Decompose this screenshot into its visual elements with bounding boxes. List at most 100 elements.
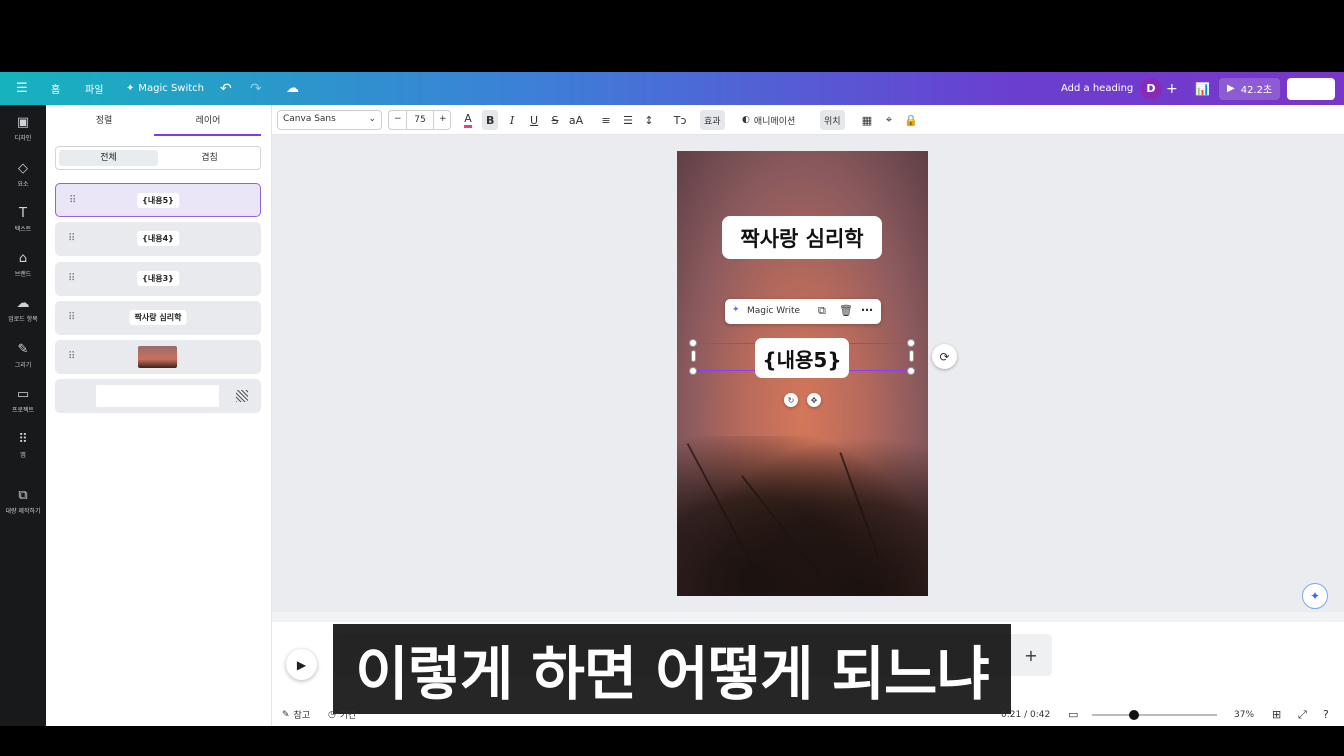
notes-button[interactable]: ✎ 참고 — [282, 703, 310, 726]
rail-item-projects[interactable]: ▭ 프로젝트 — [0, 387, 46, 427]
rail-item-uploads[interactable]: ☁ 업로드 항목 — [0, 296, 46, 336]
magic-write-button[interactable]: Magic Write — [747, 306, 800, 316]
add-collaborator-icon[interactable]: + — [1166, 72, 1178, 105]
layer-item[interactable]: ⠿ {내용4} — [55, 222, 261, 256]
zoom-level[interactable]: 37% — [1234, 703, 1254, 726]
rail-label: 프로젝트 — [11, 407, 35, 414]
undo-icon[interactable]: ↶ — [220, 72, 232, 105]
text-size-icon[interactable]: Tↄ — [672, 105, 688, 135]
magic-assistant-icon[interactable]: ✦ — [1302, 583, 1328, 609]
rail-item-text[interactable]: T 텍스트 — [0, 206, 46, 246]
position-button[interactable]: 위치 — [820, 110, 845, 130]
rail-item-apps[interactable]: ⠿ 앱 — [0, 432, 46, 472]
underline-button[interactable]: U — [527, 105, 541, 135]
bold-button[interactable]: B — [482, 110, 499, 130]
resize-handle[interactable] — [907, 367, 915, 375]
layer-label: 짝사랑 심리학 — [129, 310, 187, 325]
decrease-size-button[interactable]: − — [394, 114, 402, 124]
chevron-down-icon: ⌄ — [368, 114, 376, 124]
resize-handle[interactable] — [689, 367, 697, 375]
file-menu[interactable]: 파일 — [85, 72, 103, 105]
lock-icon[interactable]: 🔒 — [904, 105, 918, 135]
rail-label: 업로드 항목 — [8, 316, 38, 323]
increase-size-button[interactable]: + — [439, 114, 447, 124]
drag-handle-icon[interactable]: ⠿ — [68, 273, 75, 284]
add-page-button[interactable]: + — [1010, 634, 1052, 676]
drag-handle-icon[interactable]: ⠿ — [68, 233, 75, 244]
upload-icon: ⇪ — [1295, 83, 1304, 94]
redo-icon[interactable]: ↷ — [250, 72, 262, 105]
layer-item[interactable]: ⠿ {내용3} — [55, 262, 261, 296]
duration-button[interactable]: ◷ 기간 — [328, 703, 356, 726]
insights-icon[interactable]: 📊 — [1195, 72, 1210, 105]
page-view-icon[interactable]: ▭ — [1068, 703, 1078, 726]
delete-icon[interactable]: 🗑 — [839, 304, 853, 317]
fullscreen-icon[interactable]: ⤢ — [1298, 703, 1307, 726]
rail-item-elements[interactable]: ◇ 요소 — [0, 161, 46, 201]
drag-handle-icon[interactable]: ⠿ — [68, 351, 75, 362]
paint-format-icon[interactable]: ⌖ — [882, 105, 896, 135]
font-selector[interactable]: Canva Sans ⌄ — [277, 110, 382, 130]
help-icon[interactable]: ? — [1323, 703, 1329, 726]
layer-item[interactable]: ⠿ {내용5} — [55, 183, 261, 217]
strikethrough-button[interactable]: S — [548, 105, 562, 135]
resize-handle[interactable] — [689, 339, 697, 347]
align-center-icon[interactable]: ≡ — [599, 105, 613, 135]
rail-item-brand[interactable]: ⌂ 브랜드 — [0, 251, 46, 291]
home-button[interactable]: 홈 — [51, 72, 60, 105]
filter-overlap[interactable]: 겹침 — [160, 150, 259, 166]
rail-label: 요소 — [17, 181, 29, 188]
duplicate-icon[interactable]: ⧉ — [818, 304, 826, 318]
drag-handle-icon[interactable]: ⠿ — [68, 312, 75, 323]
present-button[interactable]: ▶ 42.2초 — [1219, 77, 1281, 100]
more-options-icon[interactable]: ⋯ — [861, 303, 873, 317]
font-size-input[interactable]: 75 — [406, 111, 434, 129]
resize-handle-side[interactable] — [909, 350, 914, 362]
rotate-icon[interactable]: ↻ — [784, 393, 798, 407]
magic-switch-button[interactable]: ✦ Magic Switch — [126, 72, 204, 105]
notes-label: 참고 — [293, 711, 311, 721]
play-wrap: ▶ 42.2초 — [1219, 72, 1281, 105]
regenerate-icon[interactable]: ⟳ — [932, 344, 957, 369]
layer-item[interactable]: ⠿ 짝사랑 심리학 — [55, 301, 261, 335]
line-spacing-icon[interactable]: ↕ — [642, 105, 656, 135]
letter-case-button[interactable]: aA — [567, 105, 585, 135]
layer-item-image[interactable]: ⠿ — [55, 340, 261, 374]
rail-item-draw[interactable]: ✎ 그리기 — [0, 342, 46, 382]
hamburger-icon[interactable]: ☰ — [16, 72, 28, 105]
effects-button[interactable]: 효과 — [700, 110, 725, 130]
tab-layers[interactable]: 레이어 — [158, 113, 258, 126]
share-button[interactable]: ⇪ 공유 — [1287, 77, 1335, 100]
transparency-icon[interactable]: ▦ — [860, 105, 874, 135]
avatar[interactable]: D — [1140, 77, 1162, 100]
grid-view-icon[interactable]: ⊞ — [1272, 703, 1281, 726]
shapes-icon: ◇ — [18, 161, 28, 176]
animation-button[interactable]: ◐ 애니메이션 — [742, 105, 795, 135]
drag-handle-icon[interactable]: ⠿ — [69, 195, 76, 206]
tab-arrange[interactable]: 정렬 — [54, 113, 154, 126]
text-color-icon[interactable]: A — [459, 105, 477, 135]
list-icon[interactable]: ☰ — [621, 105, 635, 135]
rail-item-bulk-create[interactable]: ⧉ 대량 제작하기 — [0, 488, 46, 528]
layer-item-background[interactable] — [55, 379, 261, 413]
zoom-slider-track[interactable] — [1092, 714, 1217, 716]
clock-icon: ◷ — [328, 709, 336, 720]
play-icon: ▶ — [296, 657, 307, 672]
cloud-icon[interactable]: ☁ — [286, 72, 299, 105]
move-icon[interactable]: ✥ — [807, 393, 821, 407]
design-page[interactable]: 짝사랑 심리학 {내용5} — [677, 151, 928, 596]
brand-icon: ⌂ — [18, 251, 28, 266]
filter-all[interactable]: 전체 — [59, 150, 158, 166]
resize-handle[interactable] — [907, 339, 915, 347]
document-title[interactable]: Add a heading — [1061, 72, 1133, 105]
time-readout: 0:21 / 0:42 — [1001, 709, 1051, 720]
layer-label: {내용5} — [137, 193, 179, 208]
selected-text-element[interactable]: {내용5} — [755, 338, 849, 378]
rail-item-design[interactable]: ▣ 디자인 — [0, 115, 46, 155]
zoom-slider-knob[interactable] — [1129, 710, 1139, 720]
horizontal-scrollbar[interactable] — [272, 612, 1344, 622]
resize-handle-side[interactable] — [691, 350, 696, 362]
play-button[interactable]: ▶ — [286, 649, 317, 680]
heading-text[interactable]: 짝사랑 심리학 — [722, 216, 882, 259]
italic-button[interactable]: I — [505, 105, 519, 135]
